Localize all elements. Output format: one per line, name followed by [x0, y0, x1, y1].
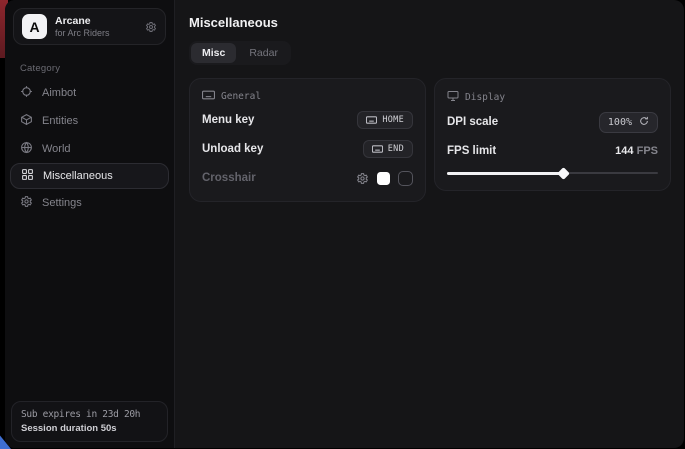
- crosshair-settings-gear-icon[interactable]: [356, 172, 369, 185]
- cube-icon: [20, 113, 33, 129]
- brand-title: Arcane: [55, 15, 137, 27]
- subscription-status-card: Sub expires in 23d 20h Session duration …: [11, 401, 168, 442]
- brand-subtitle: for Arc Riders: [55, 28, 137, 38]
- sidebar-item-label: Settings: [42, 197, 82, 209]
- menu-key-button[interactable]: HOME: [357, 111, 413, 129]
- cards-row: General Menu key HOME Unload key: [189, 78, 671, 202]
- page-title: Miscellaneous: [189, 15, 671, 30]
- sidebar-item-entities[interactable]: Entities: [5, 107, 174, 135]
- fps-unit: FPS: [637, 145, 658, 157]
- crosshair-checkbox[interactable]: [398, 171, 413, 186]
- crosshair-row: Crosshair: [202, 166, 413, 190]
- main-content: Miscellaneous Misc Radar General: [175, 0, 684, 448]
- crosshair-label: Crosshair: [202, 172, 256, 184]
- fps-limit-value: 144 FPS: [615, 145, 658, 157]
- sidebar-item-world[interactable]: World: [5, 135, 174, 163]
- fps-limit-label: FPS limit: [447, 145, 496, 157]
- menu-key-value: HOME: [382, 115, 404, 125]
- unload-key-button[interactable]: END: [363, 140, 413, 158]
- tab-misc[interactable]: Misc: [191, 43, 236, 63]
- session-duration-text: Session duration 50s: [21, 423, 158, 434]
- sidebar-item-label: World: [42, 143, 71, 155]
- brand-card: A Arcane for Arc Riders: [13, 8, 166, 45]
- fps-limit-slider[interactable]: [447, 167, 658, 179]
- monitor-icon: [447, 90, 459, 105]
- sidebar-item-label: Entities: [42, 115, 78, 127]
- unload-key-value: END: [388, 144, 404, 154]
- crosshair-icon: [20, 85, 33, 101]
- sub-expiry-text: Sub expires in 23d 20h: [21, 409, 158, 420]
- fps-slider-fill: [447, 172, 563, 175]
- crosshair-controls: [356, 171, 413, 186]
- unload-key-label: Unload key: [202, 143, 263, 155]
- dpi-scale-value: 100%: [608, 117, 632, 128]
- globe-icon: [20, 141, 33, 157]
- crosshair-color-swatch[interactable]: [377, 172, 390, 185]
- menu-key-row: Menu key HOME: [202, 108, 413, 132]
- brand-gear-icon[interactable]: [145, 21, 157, 33]
- gear-icon: [20, 195, 33, 211]
- general-card-header: General: [202, 90, 413, 103]
- display-card-title: Display: [465, 92, 505, 103]
- dpi-scale-label: DPI scale: [447, 116, 498, 128]
- display-card: Display DPI scale 100%: [434, 78, 671, 191]
- tab-radar[interactable]: Radar: [238, 43, 289, 63]
- sidebar-item-label: Miscellaneous: [43, 170, 113, 182]
- display-card-header: Display: [447, 90, 658, 105]
- general-card: General Menu key HOME Unload key: [189, 78, 426, 202]
- sidebar-item-label: Aimbot: [42, 87, 76, 99]
- refresh-icon: [639, 116, 649, 129]
- tab-bar: Misc Radar: [189, 41, 291, 65]
- sidebar-item-aimbot[interactable]: Aimbot: [5, 79, 174, 107]
- brand-text: Arcane for Arc Riders: [55, 15, 137, 38]
- app-window: A Arcane for Arc Riders Category: [5, 0, 684, 448]
- keyboard-icon: [202, 90, 215, 103]
- menu-key-label: Menu key: [202, 114, 254, 126]
- fps-slider-thumb[interactable]: [557, 167, 570, 180]
- fps-limit-row: FPS limit 144 FPS: [447, 139, 658, 163]
- unload-key-row: Unload key END: [202, 137, 413, 161]
- sidebar-item-settings[interactable]: Settings: [5, 189, 174, 217]
- fps-number: 144: [615, 145, 633, 157]
- general-card-title: General: [221, 91, 261, 102]
- dpi-scale-row: DPI scale 100%: [447, 110, 658, 134]
- category-label: Category: [20, 63, 174, 74]
- desktop-stage: A Arcane for Arc Riders Category: [0, 0, 685, 449]
- sidebar-item-miscellaneous[interactable]: Miscellaneous: [10, 163, 169, 189]
- sidebar-nav: Aimbot Entities Wo: [5, 79, 174, 217]
- grid-icon: [21, 168, 34, 184]
- app-logo: A: [22, 14, 47, 39]
- sidebar: A Arcane for Arc Riders Category: [5, 0, 175, 448]
- dpi-scale-button[interactable]: 100%: [599, 112, 658, 133]
